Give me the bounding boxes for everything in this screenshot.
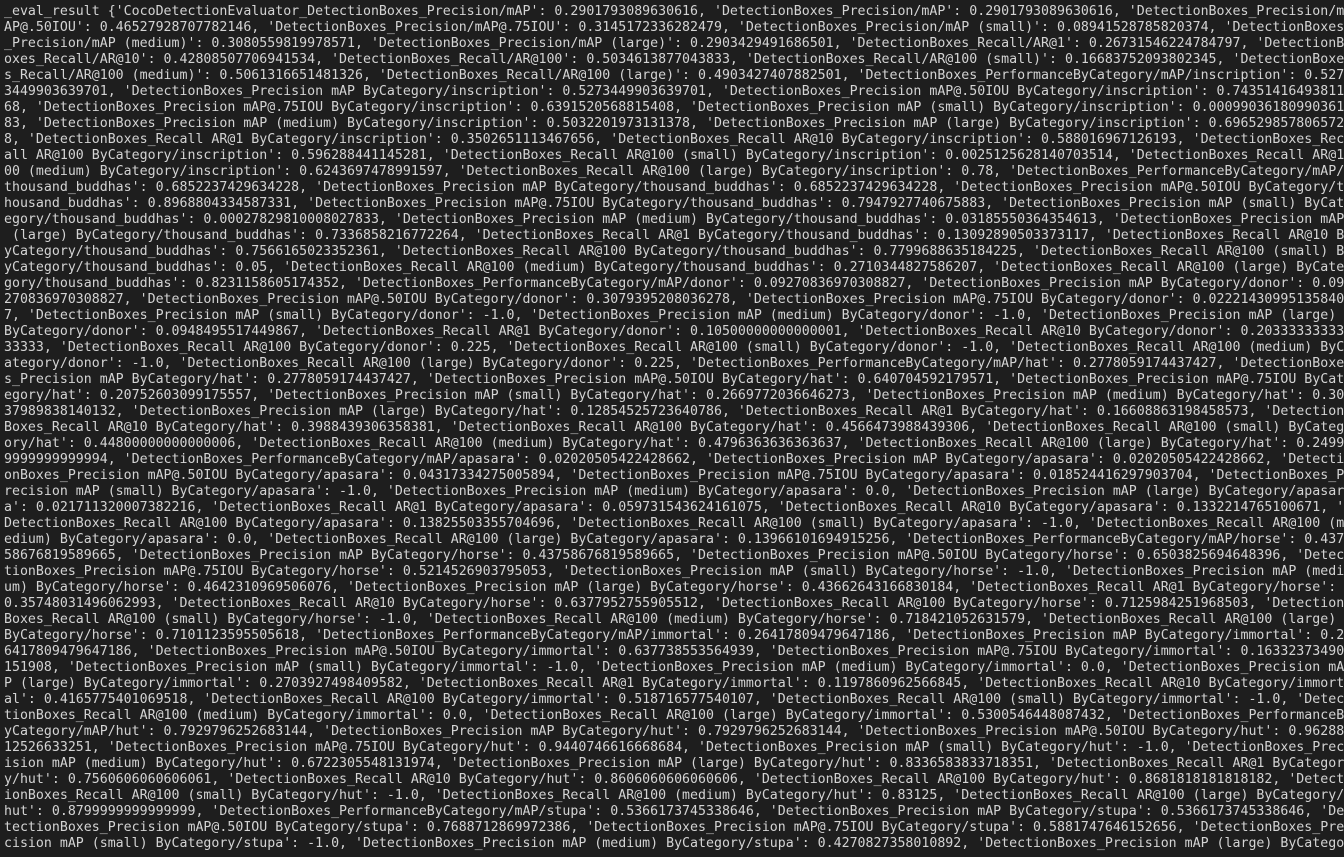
terminal-line: _Precision/mAP (medium)': 0.308055981997… [4,36,1344,51]
terminal-line: 58676819589665, 'DetectionBoxes_Precisio… [4,548,1344,563]
terminal-line: 00 (medium) ByCategory/inscription': 0.6… [4,164,1344,179]
terminal-line: y/hut': 0.7560606060606061, 'DetectionBo… [4,772,1344,787]
terminal-line: DetectionBoxes_Recall AR@100 ByCategory/… [4,516,1344,531]
terminal-line: (large) ByCategory/thousand_buddhas': 0.… [4,228,1344,243]
terminal-line: _eval_result {'CocoDetectionEvaluator_De… [4,4,1344,19]
terminal-line: tionBoxes_Precision mAP@.75IOU ByCategor… [4,564,1344,579]
terminal-line: 37989838140132, 'DetectionBoxes_Precisio… [4,404,1344,419]
terminal-line: s_Precision mAP ByCategory/hat': 0.27780… [4,372,1344,387]
terminal-line: ategory/donor': -1.0, 'DetectionBoxes_Re… [4,356,1344,371]
terminal-line: yCategory/mAP/hut': 0.7929796252683144, … [4,724,1344,739]
terminal-line: ory/hat': 0.44800000000000006, 'Detectio… [4,436,1344,451]
terminal-line: s_Recall/AR@100 (medium)': 0.50613166514… [4,68,1344,83]
terminal-line: 8, 'DetectionBoxes_Recall AR@1 ByCategor… [4,132,1344,147]
terminal-line: P (large) ByCategory/immortal': 0.270392… [4,676,1344,691]
terminal-line: 9999999999994, 'DetectionBoxes_Performan… [4,452,1344,467]
terminal-line: 0.35748031496062993, 'DetectionBoxes_Rec… [4,596,1344,611]
terminal-line: 151908, 'DetectionBoxes_Precision mAP (s… [4,660,1344,675]
terminal-line: recision mAP (small) ByCategory/apasara'… [4,484,1344,499]
terminal-line: thousand_buddhas': 0.6852237429634228, '… [4,180,1344,195]
terminal-line: ByCategory/horse': 0.7101123595505618, '… [4,628,1344,643]
terminal-line: ByCategory/donor': 0.0948495517449867, '… [4,324,1344,339]
terminal-line: all AR@100 ByCategory/inscription': 0.59… [4,148,1344,163]
terminal-line: 83, 'DetectionBoxes_Precision mAP (mediu… [4,116,1344,131]
terminal-line: al': 0.4165775401069518, 'DetectionBoxes… [4,692,1344,707]
terminal-line: egory/thousand_buddhas': 0.0002782981000… [4,212,1344,227]
terminal-line: ision mAP (medium) ByCategory/hut': 0.67… [4,756,1344,771]
terminal-line: gory/thousand_buddhas': 0.82311586051743… [4,276,1344,291]
terminal-line: tionBoxes_Recall AR@100 (medium) ByCateg… [4,708,1344,723]
terminal-line: onBoxes_Precision mAP@.50IOU ByCategory/… [4,468,1344,483]
terminal-line: um) ByCategory/horse': 0.464231096950607… [4,580,1344,595]
terminal-line: 3449903639701, 'DetectionBoxes_Precision… [4,84,1344,99]
terminal-line: oxes_Recall/AR@10': 0.42808507706941534,… [4,52,1344,67]
terminal-line: a': 0.021711320007382216, 'DetectionBoxe… [4,500,1344,515]
terminal-line: yCategory/thousand_buddhas': 0.756616502… [4,244,1344,259]
terminal-line: yCategory/thousand_buddhas': 0.05, 'Dete… [4,260,1344,275]
terminal-line: 12526633251, 'DetectionBoxes_Precision m… [4,740,1344,755]
terminal-line: 33333, 'DetectionBoxes_Recall AR@100 ByC… [4,340,1344,355]
terminal-line: hut': 0.8799999999999999, 'DetectionBoxe… [4,804,1344,819]
terminal-line: egory/hat': 0.20752603099175557, 'Detect… [4,388,1344,403]
terminal-line: 7, 'DetectionBoxes_Precision mAP (small)… [4,308,1344,323]
terminal-line: 68, 'DetectionBoxes_Precision mAP@.75IOU… [4,100,1344,115]
terminal-line: cision mAP (small) ByCategory/stupa': -1… [4,836,1344,851]
terminal-line: ionBoxes_Recall AR@100 (small) ByCategor… [4,788,1344,803]
terminal-line: edium) ByCategory/apasara': 0.0, 'Detect… [4,532,1344,547]
terminal-line: 6417809479647186, 'DetectionBoxes_Precis… [4,644,1344,659]
terminal-line: AP@.50IOU': 0.46527928707782146, 'Detect… [4,20,1344,35]
terminal-line: tectionBoxes_Precision mAP@.50IOU ByCate… [4,820,1344,835]
terminal-line: Boxes_Recall AR@100 (small) ByCategory/h… [4,612,1344,627]
terminal-line: 270836970308827, 'DetectionBoxes_Precisi… [4,292,1344,307]
terminal-line: housand_buddhas': 0.8968804334587331, 'D… [4,196,1344,211]
terminal-output[interactable]: _eval_result {'CocoDetectionEvaluator_De… [0,0,1344,857]
terminal-line: Boxes_Recall AR@10 ByCategory/hat': 0.39… [4,420,1344,435]
